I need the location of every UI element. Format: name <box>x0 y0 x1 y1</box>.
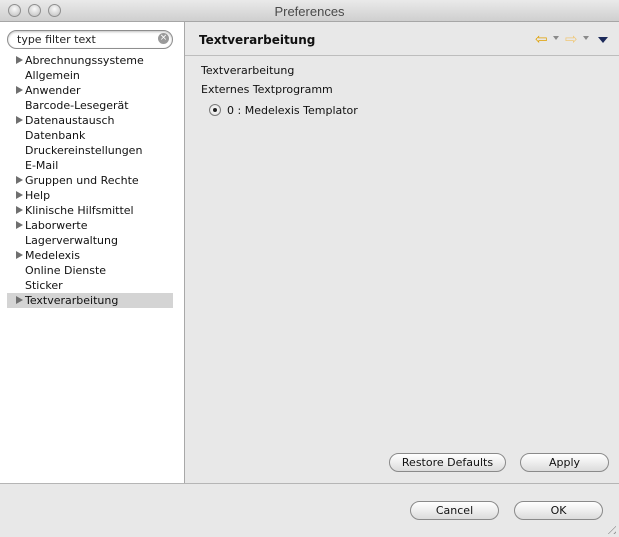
search-input[interactable] <box>17 32 152 46</box>
tree-item[interactable]: Druckereinstellungen <box>7 143 173 158</box>
tree-item-label: Lagerverwaltung <box>25 234 118 247</box>
tree-item-label: E-Mail <box>25 159 59 172</box>
program-option-radio[interactable] <box>209 104 221 116</box>
tree-item[interactable]: Anwender <box>7 83 173 98</box>
apply-button[interactable]: Apply <box>520 453 609 472</box>
section-label: Textverarbeitung <box>201 64 295 77</box>
program-label: Externes Textprogramm <box>201 83 333 96</box>
tree-item[interactable]: E-Mail <box>7 158 173 173</box>
expand-arrow-icon[interactable] <box>16 86 23 94</box>
tree-item[interactable]: Barcode-Lesegerät <box>7 98 173 113</box>
page-header: Textverarbeitung ⇦ ⇨ <box>185 22 619 56</box>
tree-item-label: Medelexis <box>25 249 80 262</box>
tree-item-label: Online Dienste <box>25 264 107 277</box>
tree-item-label: Datenbank <box>25 129 86 142</box>
tree-item[interactable]: Klinische Hilfsmittel <box>7 203 173 218</box>
tree-item-label: Klinische Hilfsmittel <box>25 204 134 217</box>
dialog-button-bar: Cancel OK <box>0 483 619 537</box>
tree-item-label: Textverarbeitung <box>25 294 119 307</box>
preference-tree: Abrechnungssysteme Allgemein Anwender Barco… <box>7 53 173 308</box>
tree-item[interactable]: Lagerverwaltung <box>7 233 173 248</box>
tree-item[interactable]: Allgemein <box>7 68 173 83</box>
tree-item-label: Help <box>25 189 51 202</box>
expand-arrow-icon[interactable] <box>16 191 23 199</box>
clear-search-icon[interactable]: × <box>158 33 169 44</box>
restore-defaults-button[interactable]: Restore Defaults <box>389 453 506 472</box>
tree-item[interactable]: Textverarbeitung <box>7 293 173 308</box>
tree-item-label: Allgemein <box>25 69 80 82</box>
expand-arrow-icon[interactable] <box>16 221 23 229</box>
tree-item[interactable]: Gruppen und Rechte <box>7 173 173 188</box>
preferences-window: Preferences × Abrechnungssysteme Allgemei… <box>0 0 619 537</box>
cancel-button[interactable]: Cancel <box>410 501 499 520</box>
back-history-dropdown-icon[interactable] <box>553 36 559 40</box>
expand-arrow-icon[interactable] <box>16 206 23 214</box>
program-option-label[interactable]: 0 : Medelexis Templator <box>227 104 358 117</box>
tree-item-label: Sticker <box>25 279 63 292</box>
radio-selected-dot <box>213 108 217 112</box>
forward-arrow-icon[interactable]: ⇨ <box>565 32 578 47</box>
preference-tree-pane: × Abrechnungssysteme Allgemein Anwender Bar… <box>0 22 185 483</box>
page-title: Textverarbeitung <box>199 33 316 47</box>
tree-item-label: Barcode-Lesegerät <box>25 99 129 112</box>
tree-item-label: Datenaustausch <box>25 114 115 127</box>
resize-grip-icon[interactable] <box>604 522 616 534</box>
tree-item[interactable]: Sticker <box>7 278 173 293</box>
window-title: Preferences <box>274 4 345 19</box>
forward-history-dropdown-icon[interactable] <box>583 36 589 40</box>
tree-item-label: Laborwerte <box>25 219 88 232</box>
preference-page: Textverarbeitung ⇦ ⇨ Textverarbeitung Ex… <box>185 22 619 483</box>
tree-item[interactable]: Datenaustausch <box>7 113 173 128</box>
title-bar[interactable]: Preferences <box>0 0 619 22</box>
tree-item-label: Gruppen und Rechte <box>25 174 139 187</box>
tree-item-label: Abrechnungssysteme <box>25 54 144 67</box>
expand-arrow-icon[interactable] <box>16 116 23 124</box>
search-field[interactable]: × <box>7 30 173 49</box>
tree-item[interactable]: Online Dienste <box>7 263 173 278</box>
view-menu-icon[interactable] <box>598 37 608 43</box>
tree-item[interactable]: Help <box>7 188 173 203</box>
tree-item[interactable]: Laborwerte <box>7 218 173 233</box>
expand-arrow-icon[interactable] <box>16 176 23 184</box>
expand-arrow-icon[interactable] <box>16 251 23 259</box>
ok-button[interactable]: OK <box>514 501 603 520</box>
expand-arrow-icon[interactable] <box>16 296 23 304</box>
tree-item[interactable]: Datenbank <box>7 128 173 143</box>
back-arrow-icon[interactable]: ⇦ <box>535 32 548 47</box>
tree-item-label: Druckereinstellungen <box>25 144 143 157</box>
expand-arrow-icon[interactable] <box>16 56 23 64</box>
tree-item[interactable]: Medelexis <box>7 248 173 263</box>
tree-item[interactable]: Abrechnungssysteme <box>7 53 173 68</box>
tree-item-label: Anwender <box>25 84 81 97</box>
